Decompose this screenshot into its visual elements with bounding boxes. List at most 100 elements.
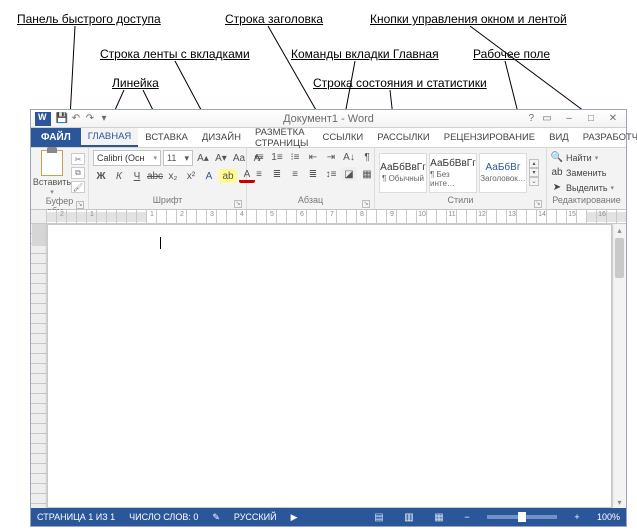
align-center-icon[interactable]: ≣ — [269, 167, 285, 181]
shading-icon[interactable]: ◪ — [341, 167, 357, 181]
decrease-indent-icon[interactable]: ⇤ — [305, 150, 321, 164]
font-size-combo[interactable]: 11 ▾ — [163, 150, 193, 166]
format-painter-icon[interactable]: 🖌 — [71, 181, 85, 193]
justify-icon[interactable]: ≣ — [305, 167, 321, 181]
scroll-up-icon[interactable]: ▴ — [613, 224, 626, 236]
find-button[interactable]: 🔍 Найти▾ — [551, 151, 598, 165]
ruler-corner — [31, 210, 47, 224]
qat-undo-icon[interactable]: ↶ — [69, 113, 83, 125]
sort-icon[interactable]: A↓ — [341, 150, 357, 164]
bullets-icon[interactable]: •≡ — [251, 150, 267, 164]
styles-down-icon[interactable]: ▾ — [529, 168, 539, 177]
styles-more-icon[interactable]: ⌄ — [529, 177, 539, 186]
font-family-combo[interactable]: Calibri (Осн ▾ — [93, 150, 161, 166]
tab-insert[interactable]: ВСТАВКА — [138, 128, 195, 147]
ribbon-tab-strip: ФАЙЛ ГЛАВНАЯ ВСТАВКА ДИЗАЙН РАЗМЕТКА СТР… — [31, 128, 626, 148]
show-marks-icon[interactable]: ¶ — [359, 150, 375, 164]
strikethrough-icon[interactable]: abc — [147, 169, 163, 183]
select-button[interactable]: ➤ Выделить▾ — [551, 181, 614, 195]
style-no-spacing[interactable]: АаБбВвГг ¶ Без инте… — [429, 153, 477, 193]
zoom-out-button[interactable]: − — [461, 512, 473, 522]
paste-label: Вставить — [33, 177, 71, 187]
tab-developer[interactable]: РАЗРАБОТЧИК — [576, 128, 637, 147]
annotation-window-controls: Кнопки управления окном и лентой — [370, 12, 567, 26]
scroll-down-icon[interactable]: ▾ — [613, 496, 626, 508]
paste-button[interactable]: Вставить ▾ — [35, 150, 69, 196]
cut-icon[interactable]: ✂ — [71, 153, 85, 165]
change-case-icon[interactable]: Aa — [231, 151, 247, 165]
vertical-ruler[interactable] — [31, 224, 47, 508]
highlight-icon[interactable]: ab — [219, 169, 237, 183]
text-effects-icon[interactable]: A — [201, 169, 217, 183]
style-heading[interactable]: АаБбВг Заголовок… — [479, 153, 527, 193]
zoom-value[interactable]: 100% — [597, 512, 620, 522]
tab-design[interactable]: ДИЗАЙН — [195, 128, 248, 147]
increase-indent-icon[interactable]: ⇥ — [323, 150, 339, 164]
style-normal[interactable]: АаБбВвГг ¶ Обычный — [379, 153, 427, 193]
bold-icon[interactable]: Ж — [93, 169, 109, 183]
shrink-font-icon[interactable]: A▾ — [213, 151, 229, 165]
annotation-title-bar: Строка заголовка — [225, 12, 323, 26]
annotation-work-area: Рабочее поле — [473, 47, 550, 61]
styles-gallery-scroll[interactable]: ▴ ▾ ⌄ — [529, 155, 541, 190]
borders-icon[interactable]: ▦ — [359, 167, 375, 181]
qat-customize-icon[interactable]: ▾ — [97, 113, 111, 125]
find-icon: 🔍 — [551, 152, 563, 164]
numbering-icon[interactable]: 1≡ — [269, 150, 285, 164]
qat-save-icon[interactable]: 💾 — [55, 113, 69, 125]
ribbon-display-options-icon[interactable]: ▭ — [536, 110, 558, 126]
tab-references[interactable]: ССЫЛКИ — [315, 128, 370, 147]
tab-view[interactable]: ВИД — [542, 128, 576, 147]
view-web-icon[interactable]: ▦ — [431, 510, 447, 524]
tab-mailings[interactable]: РАССЫЛКИ — [370, 128, 437, 147]
qat-redo-icon[interactable]: ↷ — [83, 113, 97, 125]
zoom-in-button[interactable]: + — [571, 512, 583, 522]
line-spacing-icon[interactable]: ↕≡ — [323, 167, 339, 181]
tab-review[interactable]: РЕЦЕНЗИРОВАНИЕ — [437, 128, 542, 147]
subscript-icon[interactable]: x₂ — [165, 169, 181, 183]
maximize-button[interactable]: □ — [580, 110, 602, 126]
annotation-ribbon-tabs: Строка ленты с вкладками — [100, 47, 250, 61]
tab-page-layout[interactable]: РАЗМЕТКА СТРАНИЦЫ — [248, 128, 316, 147]
paste-icon — [41, 150, 63, 176]
font-dialog-launcher[interactable]: ↘ — [234, 200, 242, 208]
app-logo-icon — [35, 112, 51, 126]
minimize-button[interactable]: – — [558, 110, 580, 126]
italic-icon[interactable]: К — [111, 169, 127, 183]
document-page[interactable] — [47, 224, 612, 508]
align-right-icon[interactable]: ≡ — [287, 167, 303, 181]
zoom-slider[interactable] — [487, 515, 557, 519]
grow-font-icon[interactable]: A▴ — [195, 151, 211, 165]
scroll-thumb[interactable] — [615, 238, 624, 278]
select-icon: ➤ — [551, 182, 563, 194]
styles-up-icon[interactable]: ▴ — [529, 159, 539, 168]
copy-icon[interactable]: ⧉ — [71, 167, 85, 179]
status-page[interactable]: СТРАНИЦА 1 ИЗ 1 — [37, 512, 115, 522]
clipboard-dialog-launcher[interactable]: ↘ — [76, 201, 84, 209]
vertical-scrollbar[interactable]: ▴ ▾ — [612, 224, 626, 508]
group-paragraph-label: Абзац ↘ — [251, 195, 370, 209]
word-window: 💾 ↶ ↷ ▾ Документ1 - Word ? ▭ – □ ✕ ФАЙЛ … — [30, 109, 627, 527]
replace-button[interactable]: ab Заменить — [551, 166, 606, 180]
styles-dialog-launcher[interactable]: ↘ — [534, 200, 542, 208]
underline-icon[interactable]: Ч — [129, 169, 145, 183]
help-icon[interactable]: ? — [528, 113, 534, 124]
tab-file[interactable]: ФАЙЛ — [31, 128, 81, 147]
superscript-icon[interactable]: x² — [183, 169, 199, 183]
annotation-quick-access: Панель быстрого доступа — [17, 12, 161, 26]
status-proofing-icon[interactable]: ✎ — [212, 512, 220, 523]
tab-home[interactable]: ГЛАВНАЯ — [81, 128, 139, 147]
status-macro-icon[interactable]: ▶ — [291, 512, 298, 523]
view-print-icon[interactable]: ▥ — [401, 510, 417, 524]
view-read-icon[interactable]: ▤ — [371, 510, 387, 524]
annotation-home-commands: Команды вкладки Главная — [291, 47, 439, 61]
group-font: Calibri (Осн ▾ 11 ▾ A▴ A▾ Aa A̷ Ж К Ч — [89, 148, 247, 209]
annotation-ruler: Линейка — [112, 76, 159, 90]
align-left-icon[interactable]: ≡ — [251, 167, 267, 181]
multilevel-list-icon[interactable]: ⁝≡ — [287, 150, 303, 164]
horizontal-ruler[interactable]: 21 123 456 789 101112 131415 16 — [31, 210, 626, 224]
status-words[interactable]: ЧИСЛО СЛОВ: 0 — [129, 512, 198, 522]
close-button[interactable]: ✕ — [602, 110, 624, 126]
paragraph-dialog-launcher[interactable]: ↘ — [362, 200, 370, 208]
status-language[interactable]: РУССКИЙ — [234, 512, 277, 522]
